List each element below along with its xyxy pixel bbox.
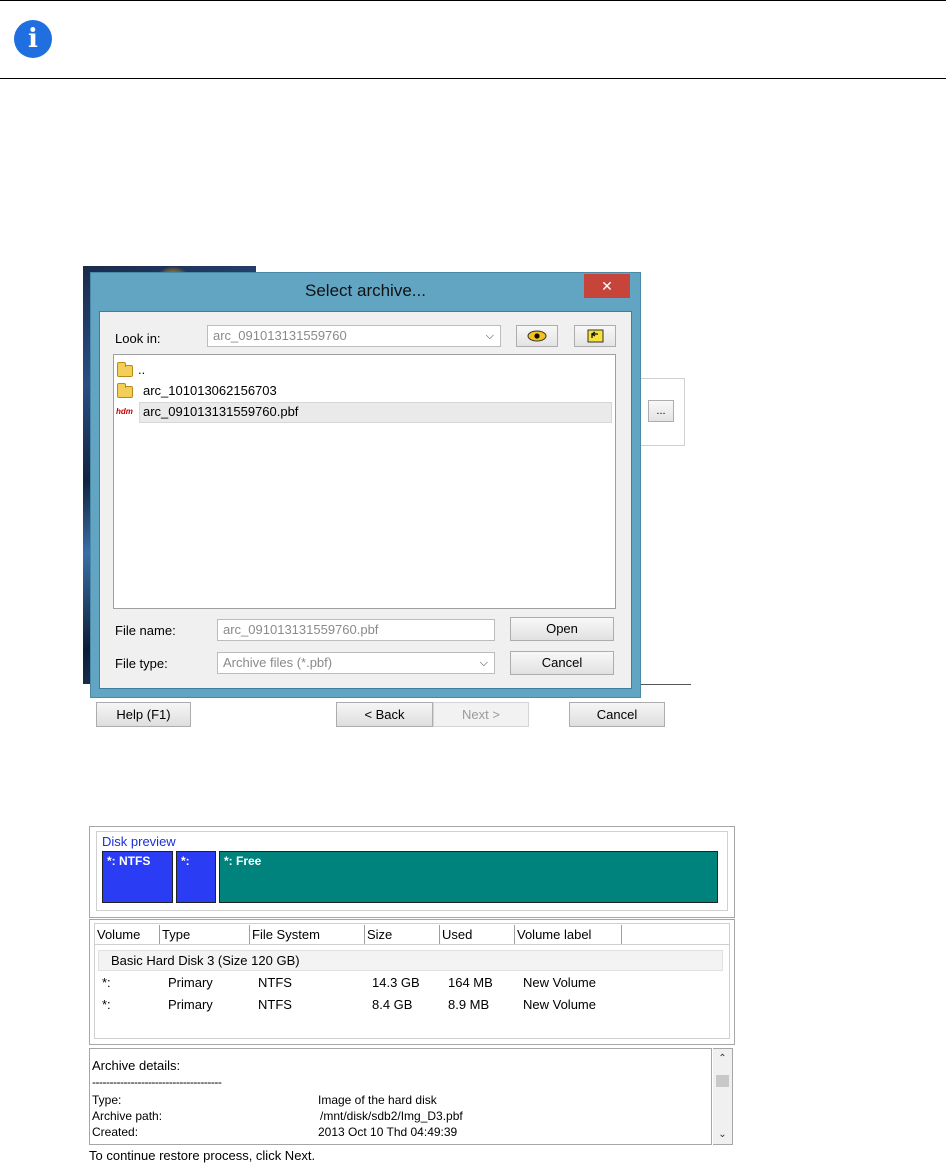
- details-key: Archive path:: [92, 1109, 163, 1123]
- help-button[interactable]: Help (F1): [96, 702, 191, 727]
- list-item-label: arc_101013062156703: [143, 383, 277, 398]
- file-type-label: File type:: [115, 656, 168, 671]
- column-header[interactable]: Volume: [95, 925, 160, 944]
- folder-icon: [117, 383, 133, 398]
- disk-group-row[interactable]: Basic Hard Disk 3 (Size 120 GB): [98, 950, 723, 971]
- chevron-down-icon: ⌵: [485, 330, 494, 342]
- list-item[interactable]: arc_101013062156703: [116, 381, 416, 401]
- cell-used: 8.9 MB: [448, 997, 490, 1012]
- cell-used: 164 MB: [448, 975, 493, 990]
- wizard-cancel-button[interactable]: Cancel: [569, 702, 665, 727]
- view-button[interactable]: [516, 325, 558, 347]
- eye-icon: [527, 330, 547, 342]
- browse-button[interactable]: ...: [648, 400, 674, 422]
- back-label: < Back: [364, 707, 405, 722]
- file-name-label: File name:: [115, 623, 176, 638]
- details-separator: -------------------------------------: [92, 1075, 222, 1089]
- scroll-down-icon[interactable]: ⌄: [713, 1129, 732, 1140]
- cell-volume: *:: [102, 997, 111, 1012]
- scroll-up-icon[interactable]: ⌃: [713, 1053, 732, 1064]
- list-item[interactable]: hdm arc_091013131559760.pbf: [116, 402, 416, 422]
- column-header[interactable]: Used: [440, 925, 515, 944]
- next-button[interactable]: Next >: [433, 702, 529, 727]
- dialog-title: Select archive...: [305, 281, 426, 300]
- look-in-label: Look in:: [115, 331, 161, 346]
- details-scrollbar[interactable]: ⌃ ⌄: [713, 1048, 733, 1145]
- partition-block[interactable]: *: Free: [219, 851, 718, 903]
- scroll-thumb[interactable]: [716, 1075, 729, 1087]
- folder-up-icon: [587, 329, 604, 343]
- cell-label: New Volume: [523, 997, 596, 1012]
- cell-type: Primary: [168, 997, 213, 1012]
- column-header[interactable]: File System: [250, 925, 365, 944]
- details-value: 2013 Oct 10 Thd 04:49:39: [318, 1125, 458, 1139]
- wizard-separator: [637, 684, 691, 685]
- cell-fs: NTFS: [258, 975, 292, 990]
- close-button[interactable]: ✕: [584, 274, 630, 298]
- column-header[interactable]: Type: [160, 925, 250, 944]
- file-type-combo[interactable]: Archive files (*.pbf) ⌵: [217, 652, 495, 674]
- archive-file-icon: hdm: [116, 407, 133, 416]
- dialog-cancel-button[interactable]: Cancel: [510, 651, 614, 675]
- file-name-input[interactable]: arc_091013131559760.pbf: [217, 619, 495, 641]
- banner-top-line: [0, 0, 946, 1]
- details-key: Type:: [92, 1093, 122, 1107]
- banner-bottom-line: [0, 78, 946, 79]
- footer-instruction: To continue restore process, click Next.: [89, 1148, 316, 1163]
- up-folder-button[interactable]: [574, 325, 616, 347]
- column-header[interactable]: Volume label: [515, 925, 622, 944]
- info-icon: i: [14, 20, 52, 58]
- open-button[interactable]: Open: [510, 617, 614, 641]
- back-button[interactable]: < Back: [336, 702, 433, 727]
- details-key: Created:: [92, 1125, 139, 1139]
- look-in-combo[interactable]: arc_091013131559760 ⌵: [207, 325, 501, 347]
- cell-volume: *:: [102, 975, 111, 990]
- look-in-value: arc_091013131559760: [213, 328, 347, 343]
- list-item-label: ..: [138, 362, 146, 377]
- file-type-value: Archive files (*.pbf): [223, 655, 333, 670]
- partition-block[interactable]: *:: [176, 851, 216, 903]
- details-title: Archive details:: [92, 1058, 181, 1073]
- disk-preview-title: Disk preview: [102, 834, 176, 849]
- cell-label: New Volume: [523, 975, 596, 990]
- cell-size: 8.4 GB: [372, 997, 413, 1012]
- cell-type: Primary: [168, 975, 213, 990]
- details-value: /mnt/disk/sdb2/Img_D3.pbf: [320, 1109, 463, 1123]
- cell-fs: NTFS: [258, 997, 292, 1012]
- list-item-label: arc_091013131559760.pbf: [143, 404, 299, 419]
- chevron-down-icon: ⌵: [479, 657, 488, 669]
- partition-block[interactable]: *: NTFS: [102, 851, 173, 903]
- cell-size: 14.3 GB: [372, 975, 420, 990]
- details-value: Image of the hard disk: [318, 1093, 437, 1107]
- column-header[interactable]: Size: [365, 925, 440, 944]
- close-icon: ✕: [601, 278, 613, 294]
- folder-icon: [117, 362, 133, 377]
- header-divider: [95, 944, 729, 945]
